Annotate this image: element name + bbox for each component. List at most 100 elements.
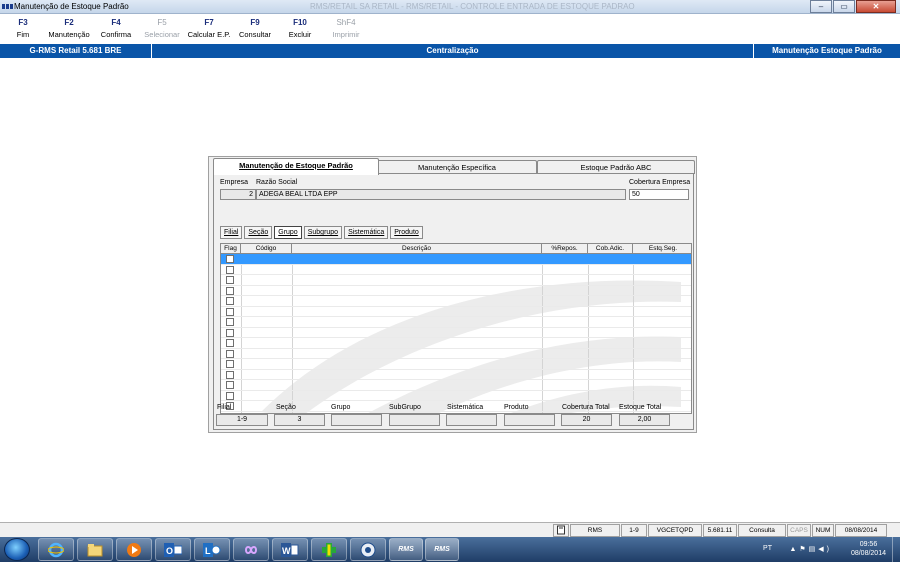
language-indicator[interactable]: PT [763, 545, 772, 552]
network-icon[interactable]: ▤ [809, 546, 819, 553]
globe-icon [360, 542, 376, 557]
clock[interactable]: 09:56 08/08/2014 [851, 540, 886, 558]
col-repos[interactable]: %Repos. [542, 244, 588, 254]
fkey-key: F4 [111, 18, 121, 27]
row-flag-checkbox[interactable] [226, 370, 234, 379]
table-row[interactable] [221, 296, 691, 307]
col-flag[interactable]: Flag [221, 244, 241, 254]
row-flag-checkbox[interactable] [226, 339, 234, 347]
minimize-button[interactable]: – [810, 0, 832, 13]
taskbar-word[interactable]: W [272, 538, 308, 561]
estoque-grid[interactable]: Flag Código Descrição %Repos. Cob.Adic. … [220, 243, 692, 414]
total-produto-field [504, 414, 555, 426]
subtab-filial[interactable]: Filial [220, 226, 243, 239]
maximize-button[interactable]: ▭ [833, 0, 855, 13]
row-flag-checkbox[interactable] [226, 318, 234, 326]
row-flag-checkbox[interactable] [226, 360, 234, 368]
fkey-excluir[interactable]: F10 Excluir [282, 18, 318, 39]
table-row[interactable] [221, 328, 691, 338]
svg-text:L: L [205, 546, 211, 556]
row-flag-checkbox[interactable] [226, 381, 234, 389]
internet-explorer-icon [48, 542, 64, 557]
show-desktop-button[interactable] [892, 537, 900, 562]
row-flag-checkbox[interactable] [226, 349, 234, 358]
col-estq-seg[interactable]: Estq.Seg. [633, 244, 691, 254]
subtab-produto[interactable]: Produto [390, 226, 423, 239]
total-grupo-label: Grupo [331, 404, 351, 411]
row-flag-checkbox[interactable] [226, 255, 234, 263]
taskbar-rms-2[interactable]: RMS [425, 538, 459, 561]
app-icon [2, 4, 13, 9]
window-titlebar[interactable]: Manutenção de Estoque Padrão RMS/RETAIL … [0, 0, 900, 14]
start-button[interactable] [4, 538, 30, 561]
flag-icon[interactable]: ⚑ [799, 546, 808, 553]
fkey-selecionar[interactable]: F5 Selecionar [141, 18, 183, 39]
row-flag-checkbox[interactable] [226, 286, 234, 295]
table-row[interactable] [221, 254, 691, 265]
table-row[interactable] [221, 338, 691, 349]
col-codigo[interactable]: Código [241, 244, 292, 254]
estoque-total-field: 2,00 [619, 414, 670, 426]
row-flag-checkbox[interactable] [226, 328, 234, 337]
taskbar-lync[interactable]: L [194, 538, 230, 561]
empresa-field[interactable]: 2 [220, 189, 256, 200]
col-descricao[interactable]: Descrição [292, 244, 542, 254]
fkey-consultar[interactable]: F9 Consultar [235, 18, 275, 39]
fkey-imprimir[interactable]: ShF4 Imprimir [326, 18, 366, 39]
fkey-confirma[interactable]: F4 Confirma [96, 18, 136, 39]
row-flag-checkbox[interactable] [226, 297, 234, 305]
tray-icons[interactable]: ▲⚑▤◀) [789, 545, 832, 553]
row-flag-checkbox[interactable] [226, 265, 234, 274]
table-row[interactable] [221, 307, 691, 317]
taskbar-round-app[interactable] [350, 538, 386, 561]
cobertura-empresa-field[interactable]: 50 [629, 189, 689, 200]
word-icon: W [281, 542, 299, 557]
volume-icon[interactable]: ◀) [818, 546, 832, 553]
razao-social-field[interactable]: ADEGA BEAL LTDA EPP [256, 189, 626, 200]
cobertura-total-field: 20 [561, 414, 612, 426]
status-num: NUM [812, 524, 834, 537]
table-row[interactable] [221, 265, 691, 275]
taskbar-cross-app[interactable] [311, 538, 347, 561]
tab-manutencao-estoque-padrao[interactable]: Manutenção de Estoque Padrão [213, 158, 379, 175]
infinity-icon [244, 545, 258, 554]
rms-icon: RMS [398, 546, 414, 553]
fkey-calcular-ep[interactable]: F7 Calcular E.P. [184, 18, 234, 39]
fkey-key: F2 [64, 18, 74, 27]
tab-estoque-padrao-abc[interactable]: Estoque Padrão ABC [537, 160, 695, 174]
table-row[interactable] [221, 359, 691, 370]
fkey-label: Fim [16, 30, 30, 39]
outlook-icon: O [164, 542, 182, 557]
show-hidden-icons-icon[interactable]: ▲ [789, 546, 799, 553]
taskbar-outlook[interactable]: O [155, 538, 191, 561]
table-row[interactable] [221, 275, 691, 286]
subtab-sistematica[interactable]: Sistemática [344, 226, 389, 239]
fkey-fim[interactable]: F3 Fim [8, 18, 38, 39]
table-row[interactable] [221, 286, 691, 296]
taskbar-internet-explorer[interactable] [38, 538, 74, 561]
subtab-secao[interactable]: Seção [244, 226, 273, 239]
table-row[interactable] [221, 349, 691, 359]
table-row[interactable] [221, 391, 691, 401]
subtab-grupo[interactable]: Grupo [274, 226, 302, 239]
taskbar-file-explorer[interactable] [77, 538, 113, 561]
row-flag-checkbox[interactable] [226, 307, 234, 316]
document-icon[interactable] [553, 524, 569, 537]
total-filial-label: Filial [217, 404, 232, 411]
table-row[interactable] [221, 370, 691, 380]
row-flag-checkbox[interactable] [226, 276, 234, 284]
taskbar-infinity-app[interactable] [233, 538, 269, 561]
fkey-key: F5 [157, 18, 167, 27]
tab-manutencao-especifica[interactable]: Manutenção Específica [377, 160, 537, 174]
subtab-subgrupo[interactable]: Subgrupo [303, 226, 343, 239]
table-row[interactable] [221, 317, 691, 328]
fkey-manutencao[interactable]: F2 Manutenção [44, 18, 94, 39]
status-version: 5.681.11 [703, 524, 737, 537]
taskbar-media-player[interactable] [116, 538, 152, 561]
table-row[interactable] [221, 380, 691, 391]
taskbar-rms-1[interactable]: RMS [389, 538, 423, 561]
close-button[interactable]: ✕ [856, 0, 896, 13]
fkey-label: Imprimir [332, 30, 360, 39]
col-cob-adic[interactable]: Cob.Adic. [588, 244, 633, 254]
row-flag-checkbox[interactable] [226, 391, 234, 400]
